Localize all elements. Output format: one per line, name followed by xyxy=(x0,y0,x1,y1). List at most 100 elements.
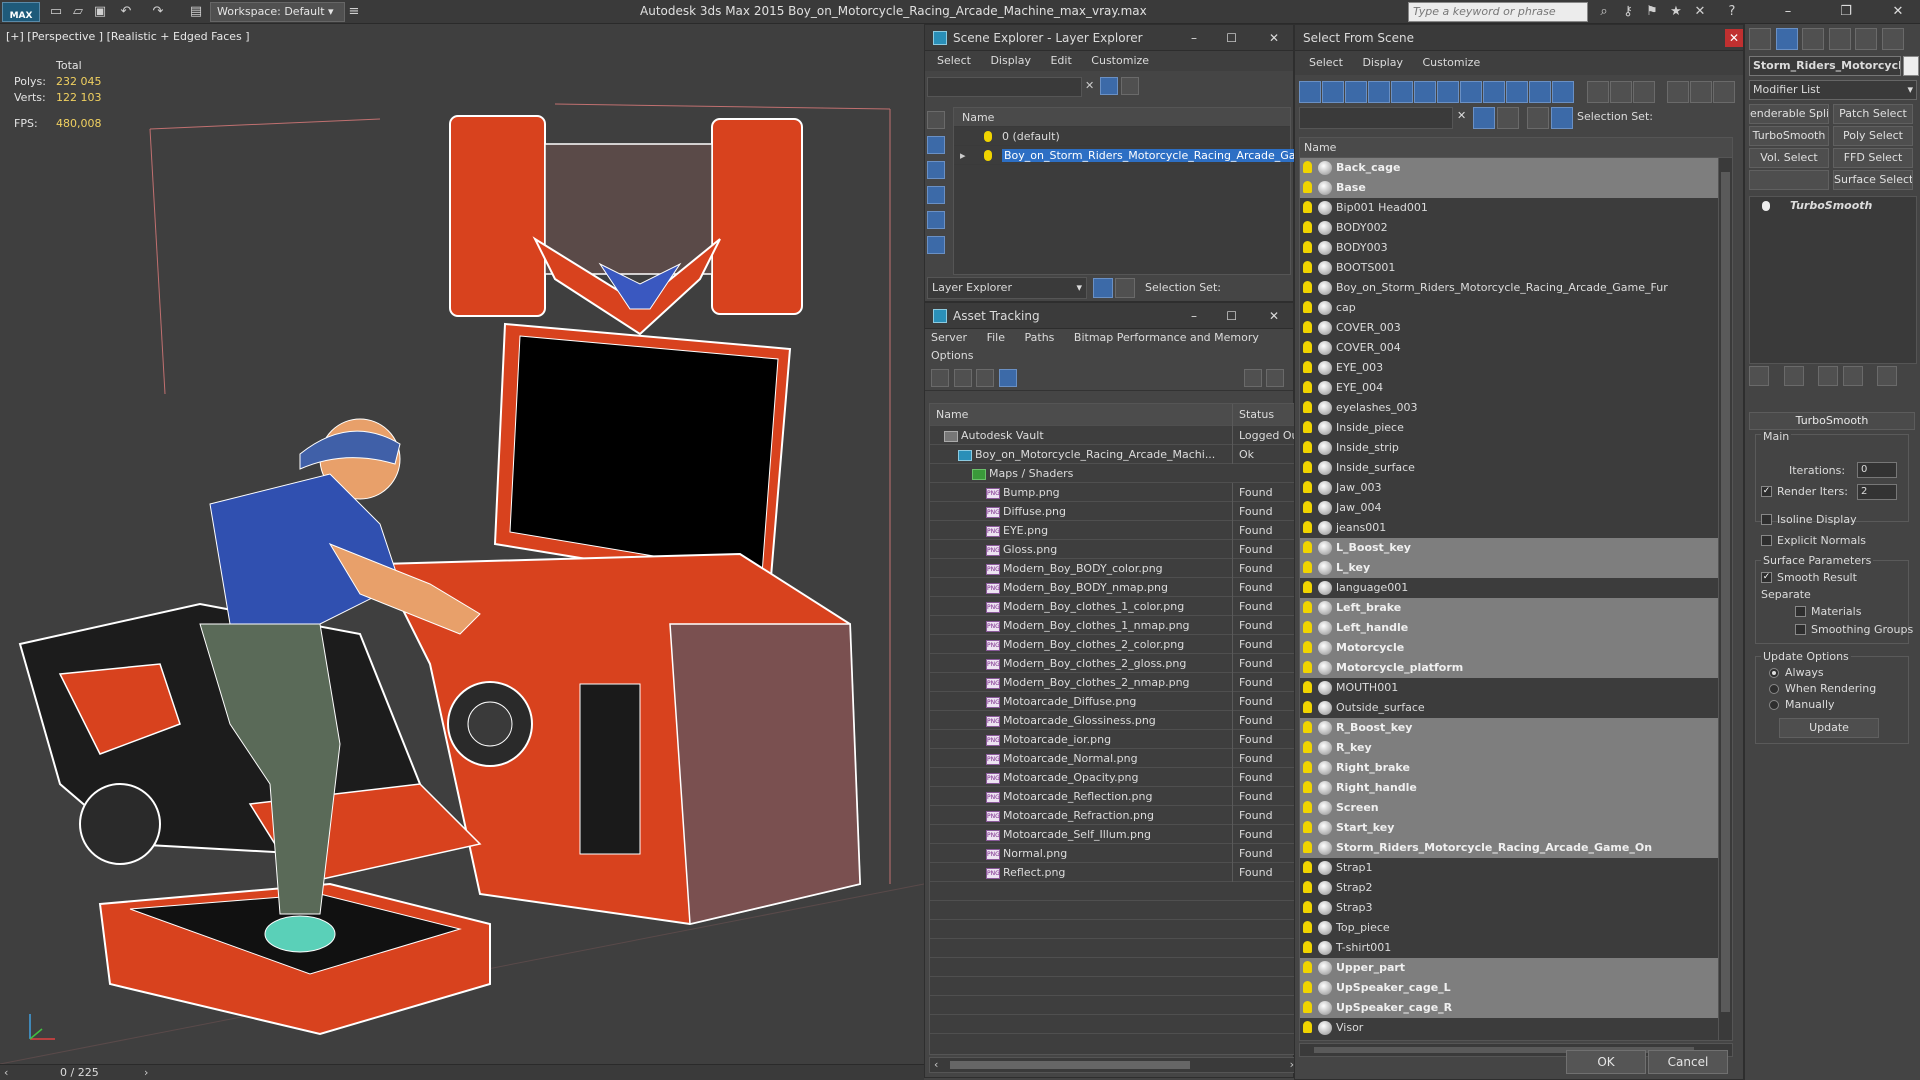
project-icon[interactable]: ▤ xyxy=(188,4,204,20)
sfs-find-input[interactable] xyxy=(1299,107,1453,129)
filter-containers-icon[interactable] xyxy=(1506,81,1528,103)
scene-object-row[interactable]: Inside_strip xyxy=(1300,438,1732,458)
filter-bones-icon[interactable] xyxy=(1483,81,1505,103)
modify-tab-icon[interactable] xyxy=(1775,28,1798,50)
light-bulb-icon[interactable] xyxy=(1303,821,1312,833)
scene-object-row[interactable]: Inside_piece xyxy=(1300,418,1732,438)
light-bulb-icon[interactable] xyxy=(1303,881,1312,893)
time-slider[interactable]: ‹ 0 / 225 › xyxy=(0,1064,924,1080)
scene-object-row[interactable]: UpSpeaker_cage_R xyxy=(1300,998,1732,1018)
workspace-menu-icon[interactable]: ≡ xyxy=(346,4,362,20)
scene-explorer-find-input[interactable] xyxy=(927,77,1082,97)
scene-object-row[interactable]: Left_brake xyxy=(1300,598,1732,618)
asset-row[interactable]: PNG Modern_Boy_BODY_color.png Found xyxy=(930,559,1298,578)
save-icon[interactable]: ▣ xyxy=(92,4,108,20)
scene-explorer-titlebar[interactable]: Scene Explorer - Layer Explorer – ☐ ✕ xyxy=(925,25,1293,51)
materials-checkbox[interactable] xyxy=(1795,606,1806,617)
asset-row[interactable]: PNG Reflect.png Found xyxy=(930,863,1298,882)
display-lights-icon[interactable] xyxy=(927,236,945,254)
filter-frozen-icon[interactable] xyxy=(1529,81,1551,103)
make-unique-icon[interactable] xyxy=(1818,366,1838,386)
scene-object-row[interactable]: jeans001 xyxy=(1300,518,1732,538)
table-view-icon[interactable] xyxy=(998,369,1017,387)
asset-row[interactable]: PNG Modern_Boy_clothes_2_color.png Found xyxy=(930,635,1298,654)
cancel-button[interactable]: Cancel xyxy=(1648,1050,1728,1074)
sfs-hierarchy-icon[interactable] xyxy=(1551,107,1573,129)
time-prev-icon[interactable]: ‹ xyxy=(4,1066,8,1079)
asset-row[interactable]: Autodesk Vault Logged Out xyxy=(930,426,1298,445)
scene-object-row[interactable]: UpSpeaker_cage_L xyxy=(1300,978,1732,998)
scene-object-row[interactable]: COVER_004 xyxy=(1300,338,1732,358)
scene-object-row[interactable]: Motorcycle xyxy=(1300,638,1732,658)
binoculars-icon[interactable]: ⌕ xyxy=(1596,4,1612,20)
manually-radio[interactable] xyxy=(1769,700,1779,710)
scene-object-row[interactable]: Storm_Riders_Motorcycle_Racing_Arcade_Ga… xyxy=(1300,838,1732,858)
asset-col-name-header[interactable]: Name xyxy=(930,404,1232,426)
asset-menu-bitmap-performance[interactable]: Bitmap Performance and Memory xyxy=(1074,331,1259,344)
scene-object-row[interactable]: Jaw_004 xyxy=(1300,498,1732,518)
light-bulb-icon[interactable] xyxy=(1303,761,1312,773)
show-end-result-icon[interactable] xyxy=(1783,366,1804,386)
filter-xrefs-icon[interactable] xyxy=(1460,81,1482,103)
close-icon[interactable]: ✕ xyxy=(1880,2,1916,22)
empty-modifier-button[interactable] xyxy=(1749,170,1829,190)
asset-row[interactable]: PNG Motoarcade_Reflection.png Found xyxy=(930,787,1298,806)
restore-icon[interactable]: ❐ xyxy=(1828,2,1864,22)
scene-object-row[interactable]: COVER_003 xyxy=(1300,318,1732,338)
light-bulb-icon[interactable] xyxy=(1303,921,1312,933)
light-bulb-icon[interactable] xyxy=(1303,601,1312,613)
asset-row[interactable]: PNG Bump.png Found xyxy=(930,483,1298,502)
sfs-filter-icon[interactable] xyxy=(1473,107,1495,129)
asset-row[interactable]: Maps / Shaders xyxy=(930,464,1298,483)
light-bulb-icon[interactable] xyxy=(1303,301,1312,313)
scene-object-row[interactable]: EYE_004 xyxy=(1300,378,1732,398)
asset-menu-options[interactable]: Options xyxy=(931,349,973,362)
scene-object-row[interactable]: BODY003 xyxy=(1300,238,1732,258)
light-bulb-icon[interactable] xyxy=(1303,841,1312,853)
scene-explorer-minimize-icon[interactable]: – xyxy=(1191,25,1197,51)
light-bulb-icon[interactable] xyxy=(1303,161,1312,173)
asset-row[interactable]: PNG Diffuse.png Found xyxy=(930,502,1298,521)
asset-row[interactable]: PNG Motoarcade_Diffuse.png Found xyxy=(930,692,1298,711)
smooth-result-checkbox[interactable]: ✓ xyxy=(1761,572,1772,583)
collapse-icon[interactable] xyxy=(1713,81,1735,103)
asset-row[interactable]: PNG Motoarcade_Normal.png Found xyxy=(930,749,1298,768)
asset-tracking-minimize-icon[interactable]: – xyxy=(1191,303,1197,329)
light-bulb-icon[interactable] xyxy=(1303,801,1312,813)
sfs-menu-display[interactable]: Display xyxy=(1362,56,1403,69)
ok-button[interactable]: OK xyxy=(1566,1050,1646,1074)
scene-object-row[interactable]: language001 xyxy=(1300,578,1732,598)
filter-groups-icon[interactable] xyxy=(1437,81,1459,103)
light-bulb-icon[interactable] xyxy=(1303,941,1312,953)
asset-row[interactable]: Boy_on_Motorcycle_Racing_Arcade_Machi...… xyxy=(930,445,1298,464)
asset-menu-file[interactable]: File xyxy=(987,331,1005,344)
turbosmooth-button[interactable]: TurboSmooth xyxy=(1749,126,1829,146)
isoline-display-checkbox[interactable] xyxy=(1761,514,1772,525)
light-bulb-icon[interactable] xyxy=(1303,421,1312,433)
scene-object-row[interactable]: Inside_surface xyxy=(1300,458,1732,478)
exchange-icon[interactable]: ✕ xyxy=(1692,4,1708,20)
when-rendering-radio[interactable] xyxy=(1769,684,1779,694)
asset-row[interactable]: PNG Gloss.png Found xyxy=(930,540,1298,559)
asset-row[interactable]: PNG Modern_Boy_BODY_nmap.png Found xyxy=(930,578,1298,597)
scene-object-row[interactable]: Right_handle xyxy=(1300,778,1732,798)
light-bulb-icon[interactable] xyxy=(1303,781,1312,793)
sfs-list-header[interactable]: Name xyxy=(1300,138,1732,158)
hierarchy-icon[interactable] xyxy=(1115,278,1135,298)
scene-object-row[interactable]: Right_brake xyxy=(1300,758,1732,778)
list-view-icon[interactable] xyxy=(953,369,972,387)
funnel-icon[interactable] xyxy=(1667,81,1689,103)
light-bulb-icon[interactable] xyxy=(1303,241,1312,253)
filter-lights-icon[interactable] xyxy=(1345,81,1367,103)
light-bulb-icon[interactable] xyxy=(1303,1021,1312,1033)
remove-modifier-icon[interactable] xyxy=(1842,366,1863,386)
light-bulb-icon[interactable] xyxy=(1303,381,1312,393)
asset-row[interactable]: PNG Normal.png Found xyxy=(930,844,1298,863)
time-next-icon[interactable]: › xyxy=(144,1066,148,1079)
scene-object-row[interactable]: Base xyxy=(1300,178,1732,198)
light-bulb-icon[interactable] xyxy=(984,150,992,161)
scene-object-row[interactable]: Left_handle xyxy=(1300,618,1732,638)
invert-display-icon[interactable] xyxy=(927,161,945,179)
scene-object-row[interactable]: BODY002 xyxy=(1300,218,1732,238)
create-tab-icon[interactable] xyxy=(1749,28,1771,50)
